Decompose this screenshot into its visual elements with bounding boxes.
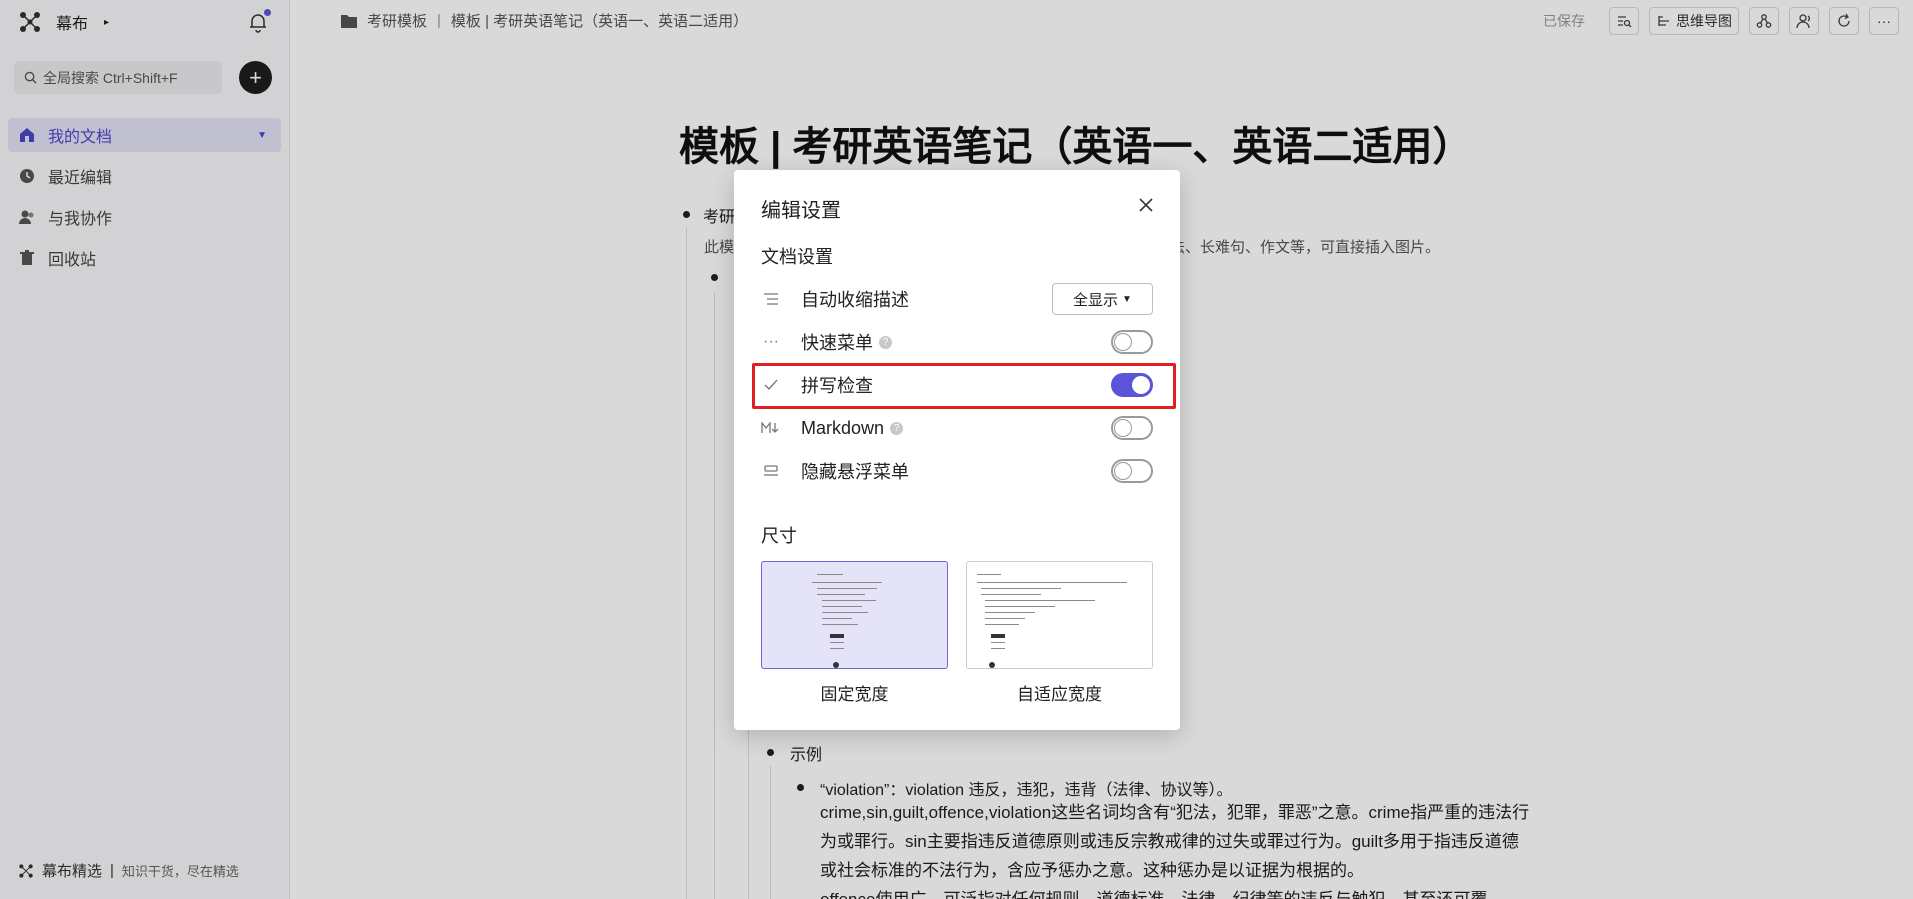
- setting-quick-menu: ··· 快速菜单 ?: [761, 321, 1153, 363]
- setting-markdown: Markdown ?: [761, 407, 1153, 449]
- setting-label: 自动收缩描述: [801, 290, 909, 310]
- setting-label: Markdown ?: [801, 417, 904, 439]
- toggle-knob: [1114, 333, 1132, 351]
- align-icon: [761, 289, 781, 309]
- quick-menu-toggle[interactable]: [1111, 330, 1153, 354]
- float-menu-icon: [761, 461, 781, 481]
- spell-check-highlight-box: [752, 363, 1176, 409]
- markdown-toggle[interactable]: [1111, 416, 1153, 440]
- size-option-label: 自适应宽度: [1017, 685, 1102, 704]
- select-value: 全显示: [1073, 291, 1119, 309]
- doc-settings-heading: 文档设置: [761, 247, 833, 267]
- dots-icon: ···: [763, 333, 779, 350]
- size-option-fixed-width[interactable]: [761, 561, 948, 669]
- setting-label-text: 快速菜单: [801, 333, 873, 353]
- auto-collapse-select[interactable]: 全显示 ▼: [1052, 283, 1153, 315]
- setting-label: 隐藏悬浮菜单: [801, 462, 909, 482]
- hide-float-menu-toggle[interactable]: [1111, 459, 1153, 483]
- setting-label-text: Markdown: [801, 417, 885, 438]
- setting-hide-float-menu: 隐藏悬浮菜单: [761, 450, 1153, 492]
- close-button[interactable]: [1133, 192, 1159, 218]
- help-icon[interactable]: ?: [879, 335, 892, 349]
- size-option-adaptive-width[interactable]: [966, 561, 1153, 669]
- size-option-label: 固定宽度: [820, 685, 889, 704]
- toggle-knob: [1114, 419, 1132, 437]
- edit-settings-dialog: 编辑设置 文档设置 自动收缩描述 全显示 ▼ ··· 快速菜单 ? 拼写检查 M…: [734, 170, 1180, 730]
- close-icon: [1139, 198, 1153, 212]
- dialog-title: 编辑设置: [761, 200, 841, 222]
- setting-auto-collapse: 自动收缩描述 全显示 ▼: [761, 278, 1153, 320]
- caret-down-icon: ▼: [1122, 293, 1132, 305]
- size-heading: 尺寸: [761, 526, 797, 546]
- markdown-icon: [761, 418, 781, 438]
- setting-label: 快速菜单 ?: [801, 329, 892, 355]
- toggle-knob: [1114, 462, 1132, 480]
- help-icon[interactable]: ?: [890, 421, 904, 435]
